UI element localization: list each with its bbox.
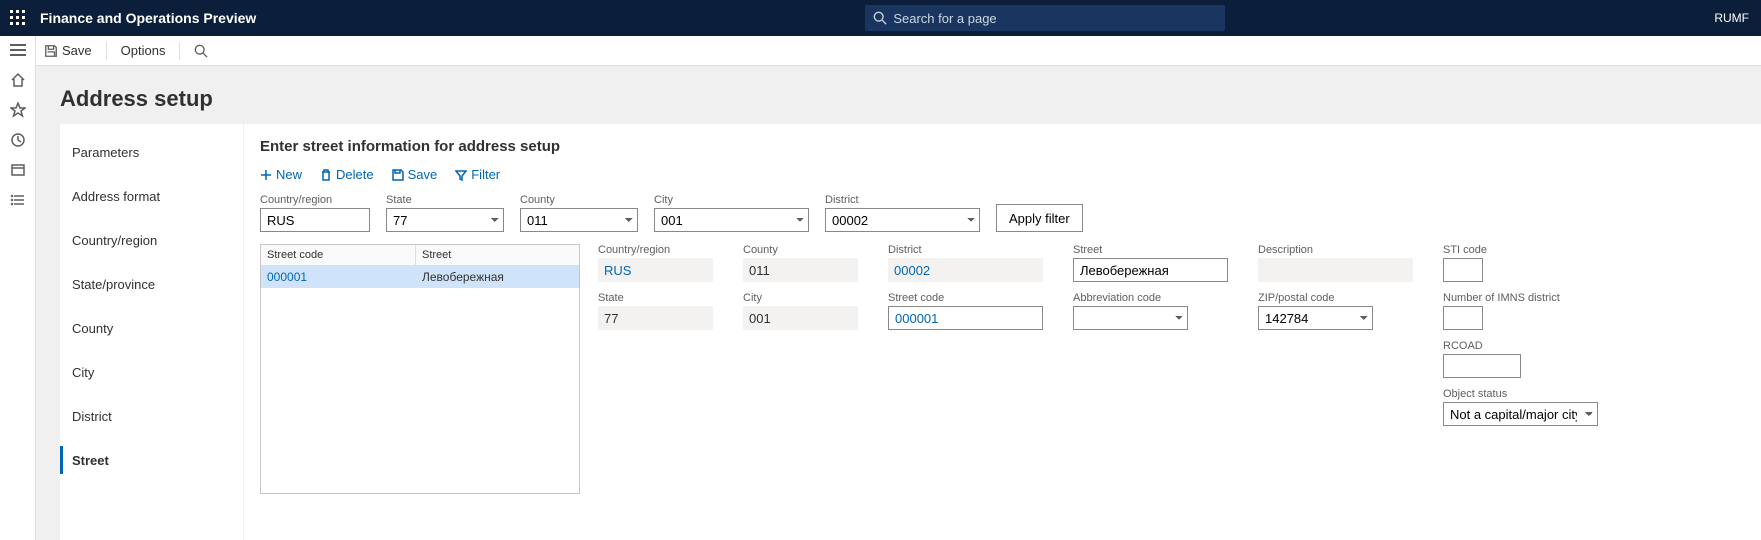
cmdbar-search-button[interactable] [194, 44, 208, 58]
hamburger-icon[interactable] [10, 42, 26, 58]
options-button-label: Options [121, 43, 166, 58]
sidenav-item-city[interactable]: City [60, 350, 243, 394]
detail-imns-input[interactable] [1443, 306, 1483, 330]
sidenav-item-parameters[interactable]: Parameters [60, 130, 243, 174]
filter-button[interactable]: Filter [455, 167, 500, 182]
delete-button[interactable]: Delete [320, 167, 374, 182]
list-icon[interactable] [10, 192, 26, 208]
state-filter-label: State [386, 194, 504, 206]
detail-street-code-input[interactable] [888, 306, 1043, 330]
city-filter-label: City [654, 194, 809, 206]
detail-country-region-value[interactable] [598, 258, 713, 282]
detail-object-status-label: Object status [1443, 388, 1598, 400]
detail-rcoad-label: RCOAD [1443, 340, 1598, 352]
state-filter-select[interactable] [386, 208, 504, 232]
sidenav: Parameters Address format Country/region… [60, 124, 244, 540]
waffle-icon[interactable] [0, 0, 36, 36]
sidenav-item-address-format[interactable]: Address format [60, 174, 243, 218]
form-save-button-label: Save [408, 167, 438, 182]
detail-county-value[interactable] [743, 258, 858, 282]
form-save-button[interactable]: Save [392, 167, 438, 182]
detail-abbrev-label: Abbreviation code [1073, 292, 1228, 304]
trash-icon [320, 169, 332, 181]
detail-abbrev-select[interactable] [1073, 306, 1188, 330]
save-icon [44, 44, 58, 58]
home-icon[interactable] [10, 72, 26, 88]
grid-cell-street: Левобережная [416, 270, 579, 284]
detail-street-code-label: Street code [888, 292, 1043, 304]
table-row[interactable]: 000001 Левобережная [261, 266, 579, 288]
options-button[interactable]: Options [121, 43, 166, 58]
new-button[interactable]: New [260, 167, 302, 182]
county-filter-select[interactable] [520, 208, 638, 232]
module-icon[interactable] [10, 162, 26, 178]
city-filter-select[interactable] [654, 208, 809, 232]
form-title: Enter street information for address set… [260, 138, 1745, 155]
divider [179, 42, 180, 60]
user-badge[interactable]: RUMF [1714, 11, 1749, 25]
page-title: Address setup [60, 86, 1761, 112]
detail-district-value[interactable] [888, 258, 1043, 282]
detail-imns-label: Number of IMNS district [1443, 292, 1598, 304]
new-button-label: New [276, 167, 302, 182]
detail-description-value[interactable] [1258, 258, 1413, 282]
sidenav-item-country-region[interactable]: Country/region [60, 218, 243, 262]
save-icon [392, 169, 404, 181]
search-icon [873, 11, 887, 25]
district-filter-label: District [825, 194, 980, 206]
topbar: Finance and Operations Preview Search fo… [0, 0, 1761, 36]
search-input[interactable]: Search for a page [865, 5, 1225, 31]
clock-icon[interactable] [10, 132, 26, 148]
detail-object-status-select[interactable] [1443, 402, 1598, 426]
grid-cell-code: 000001 [261, 270, 416, 284]
save-button-label: Save [62, 43, 92, 58]
divider [106, 42, 107, 60]
detail-zip-label: ZIP/postal code [1258, 292, 1413, 304]
detail-county-label: County [743, 244, 858, 256]
search-placeholder: Search for a page [893, 11, 996, 26]
apply-filter-button[interactable]: Apply filter [996, 204, 1083, 232]
filter-icon [455, 169, 467, 181]
star-icon[interactable] [10, 102, 26, 118]
detail-street-input[interactable] [1073, 258, 1228, 282]
grid-col-street-code[interactable]: Street code [261, 245, 416, 265]
detail-sti-label: STI code [1443, 244, 1598, 256]
detail-sti-input[interactable] [1443, 258, 1483, 282]
grid-col-street[interactable]: Street [416, 245, 579, 265]
sidenav-item-street[interactable]: Street [60, 438, 243, 482]
filter-button-label: Filter [471, 167, 500, 182]
detail-country-region-label: Country/region [598, 244, 713, 256]
detail-state-label: State [598, 292, 713, 304]
command-bar: Save Options [36, 36, 1761, 66]
country-region-filter-input[interactable] [260, 208, 370, 232]
action-bar: New Delete Save Filter [260, 167, 1745, 182]
sidenav-item-state-province[interactable]: State/province [60, 262, 243, 306]
detail-district-label: District [888, 244, 1043, 256]
detail-city-value[interactable] [743, 306, 858, 330]
detail-city-label: City [743, 292, 858, 304]
detail-state-value[interactable] [598, 306, 713, 330]
search-icon [194, 44, 208, 58]
plus-icon [260, 169, 272, 181]
detail-zip-select[interactable] [1258, 306, 1373, 330]
detail-rcoad-input[interactable] [1443, 354, 1521, 378]
street-grid: Street code Street 000001 Левобережная [260, 244, 580, 494]
county-filter-label: County [520, 194, 638, 206]
save-button[interactable]: Save [44, 43, 92, 58]
detail-description-label: Description [1258, 244, 1413, 256]
detail-street-label: Street [1073, 244, 1228, 256]
sidenav-item-county[interactable]: County [60, 306, 243, 350]
country-region-filter-label: Country/region [260, 194, 370, 206]
left-rail [0, 36, 36, 540]
app-title: Finance and Operations Preview [40, 10, 256, 26]
sidenav-item-district[interactable]: District [60, 394, 243, 438]
district-filter-select[interactable] [825, 208, 980, 232]
delete-button-label: Delete [336, 167, 374, 182]
